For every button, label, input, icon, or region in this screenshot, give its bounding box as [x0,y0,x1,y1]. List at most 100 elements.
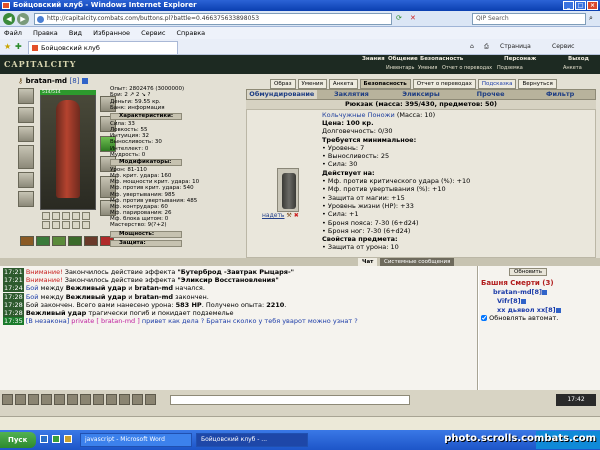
info-icon[interactable] [541,289,547,295]
slot-helmet[interactable] [18,88,34,104]
slot-belt[interactable] [18,172,34,188]
quicklaunch-icon-3[interactable] [64,435,72,443]
delete-icon[interactable]: ✖ [294,212,299,219]
menu-edit[interactable]: Правка [33,29,58,37]
effect-icon-4[interactable] [68,236,82,246]
quicklaunch-icon-1[interactable] [40,435,48,443]
home-icon[interactable]: ⌂ [470,42,474,52]
forward-icon[interactable]: ▶ [17,13,29,25]
tab-other[interactable]: Прочее [456,90,526,99]
chat-control-icon-10[interactable] [119,394,130,405]
minimize-button[interactable]: _ [563,1,574,10]
chat-control-icon-6[interactable] [67,394,78,405]
slot-armor[interactable] [18,145,34,169]
tab-filter[interactable]: Фильтр [525,90,595,99]
chat-control-icon-3[interactable] [28,394,39,405]
chat-control-icon-2[interactable] [15,394,26,405]
menu-view[interactable]: Вид [69,29,82,37]
submenu-transfers[interactable]: Отчет о переводах [442,65,492,71]
info-icon[interactable] [81,78,88,84]
chat-text[interactable]: Вежливый удар [26,309,86,317]
slot-ring-8[interactable] [62,221,70,229]
modifiers-header[interactable]: Модификаторы: [110,159,182,166]
chat-text[interactable]: bratan-md [135,293,174,301]
player-3[interactable]: xx дьявол xx[8] [497,306,561,314]
back-icon[interactable]: ◀ [3,13,15,25]
chat-log[interactable]: 17:21 Внимание! Закончилось действие эфф… [0,266,478,390]
submenu-dungeon[interactable]: Подземка [497,65,523,71]
start-button[interactable]: Пуск [0,432,36,448]
search-icon[interactable]: ⌕ [589,14,593,23]
maximize-button[interactable]: □ [575,1,586,10]
add-favorites-icon[interactable]: ✚ [15,42,22,51]
slot-weapon[interactable] [18,126,34,142]
chat-text[interactable]: "Бутерброд -Завтрак Рыцаря-" [177,268,294,276]
chat-control-icon-11[interactable] [132,394,143,405]
slot-ring-4[interactable] [72,212,80,220]
chat-timestamp[interactable]: 17:28 [3,292,24,301]
protection-header[interactable]: Защита: [110,240,182,247]
refresh-button[interactable]: Обновить [509,268,547,276]
chat-timestamp[interactable]: 17:28 [3,300,24,309]
effect-icon-3[interactable] [52,236,66,246]
power-header[interactable]: Мощность: [110,231,182,238]
chat-control-icon-4[interactable] [41,394,52,405]
slot-ring-7[interactable] [52,221,60,229]
menu-tools[interactable]: Сервис [141,29,165,37]
submenu-profile[interactable]: Анкета [563,65,582,71]
player-1[interactable]: bratan-md[8] [493,288,547,296]
chat-control-icon-7[interactable] [80,394,91,405]
effect-icon-2[interactable] [36,236,50,246]
bank-link[interactable]: Банк: информация [110,105,184,111]
chat-timestamp[interactable]: 17:28 [3,309,24,318]
tab-spells[interactable]: Заклятия [317,90,387,99]
menu-exit[interactable]: Выход [568,56,589,62]
page-menu[interactable]: Страница [500,42,531,52]
info-icon[interactable] [555,307,561,313]
info-icon[interactable] [520,298,526,304]
menu-favorites[interactable]: Избранное [93,29,130,37]
chat-timestamp[interactable]: 17:21 [3,276,24,285]
slot-ring-6[interactable] [42,221,50,229]
system-messages-tab[interactable]: Системные сообщения [380,258,455,266]
slot-amulet[interactable] [18,107,34,123]
repair-icon[interactable]: ⚒ [286,212,291,219]
auto-refresh-checkbox[interactable] [481,315,487,321]
chat-text[interactable]: bratan-md [135,284,174,292]
taskbar-item-browser[interactable]: Бойцовский клуб - ... [196,433,308,447]
print-icon[interactable]: ⎙ [484,42,489,52]
chat-control-icon-5[interactable] [54,394,65,405]
browser-tab[interactable]: Бойцовский клуб [28,41,178,54]
chat-input[interactable] [170,395,410,405]
stop-icon[interactable]: ✕ [410,14,416,22]
chat-text[interactable]: "Эликсир Восстановления" [177,276,278,284]
chat-control-icon-9[interactable] [106,394,117,405]
menu-character[interactable]: Персонаж [504,56,536,62]
image-button[interactable]: Образ [270,79,296,89]
return-button[interactable]: Вернуться [518,79,557,89]
menu-file[interactable]: Файл [4,29,22,37]
search-input[interactable]: QIP Search [472,13,586,25]
slot-ring-9[interactable] [72,221,80,229]
menu-help[interactable]: Справка [177,29,206,37]
tab-elixirs[interactable]: Эликсиры [386,90,456,99]
refresh-icon[interactable]: ⟳ [396,14,402,22]
slot-pocket[interactable] [18,191,34,207]
menu-security[interactable]: Безопасность [420,56,463,62]
submenu-skills[interactable]: Умения [418,65,437,71]
tools-menu[interactable]: Сервис [552,42,574,52]
chat-control-icon-12[interactable] [145,394,156,405]
chat-timestamp[interactable]: 17:21 [3,268,24,276]
chat-text[interactable]: 2210 [266,301,284,309]
favorites-star-icon[interactable]: ★ [4,42,11,51]
profile-button[interactable]: Анкета [328,79,358,89]
close-button[interactable]: × [587,1,598,10]
tab-equipment[interactable]: Обмундирование [247,90,317,99]
put-on-link[interactable]: надеть [262,212,284,219]
chat-tab[interactable]: Чат [358,258,378,266]
slot-ring-2[interactable] [52,212,60,220]
slot-ring-3[interactable] [62,212,70,220]
slot-ring-1[interactable] [42,212,50,220]
effect-icon-5[interactable] [84,236,98,246]
item-name[interactable]: Кольчужные Поножи [322,111,395,119]
